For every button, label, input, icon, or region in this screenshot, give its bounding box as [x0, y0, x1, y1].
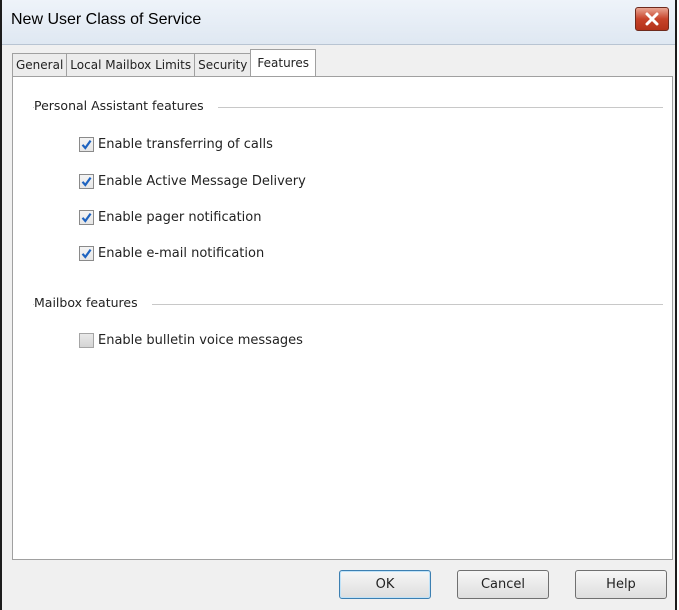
option-email-notification[interactable]: Enable e-mail notification	[79, 246, 264, 261]
checkbox[interactable]	[79, 174, 94, 189]
close-button[interactable]	[635, 7, 669, 31]
checkmark-icon	[81, 176, 92, 187]
option-transfer-calls[interactable]: Enable transferring of calls	[79, 137, 273, 152]
option-bulletin-voice-messages[interactable]: Enable bulletin voice messages	[79, 333, 303, 348]
title-bar[interactable]: New User Class of Service	[2, 0, 675, 45]
tab-features[interactable]: Features	[250, 49, 316, 76]
option-active-message-delivery[interactable]: Enable Active Message Delivery	[79, 174, 306, 189]
tab-general[interactable]: General	[12, 53, 68, 76]
window-title: New User Class of Service	[11, 11, 202, 28]
features-panel: Personal Assistant features Enable trans…	[12, 76, 673, 560]
option-label: Enable Active Message Delivery	[98, 174, 306, 189]
checkbox[interactable]	[79, 210, 94, 225]
checkbox[interactable]	[79, 333, 94, 348]
checkbox[interactable]	[79, 246, 94, 261]
checkmark-icon	[81, 248, 92, 259]
dialog-window: New User Class of Service General Local …	[0, 0, 677, 610]
checkmark-icon	[81, 139, 92, 150]
help-button[interactable]: Help	[575, 570, 667, 599]
option-label: Enable transferring of calls	[98, 137, 273, 152]
tab-strip: General Local Mailbox Limits Security Fe…	[12, 49, 316, 76]
option-label: Enable pager notification	[98, 210, 262, 225]
tab-security[interactable]: Security	[194, 53, 252, 76]
personal-assistant-heading: Personal Assistant features	[34, 98, 218, 113]
checkbox[interactable]	[79, 137, 94, 152]
close-icon	[645, 12, 659, 26]
option-label: Enable e-mail notification	[98, 246, 265, 261]
button-bar: OK Cancel Help	[2, 562, 675, 610]
tab-local-mailbox-limits[interactable]: Local Mailbox Limits	[66, 53, 196, 76]
option-label: Enable bulletin voice messages	[98, 333, 303, 348]
ok-button[interactable]: OK	[339, 570, 431, 599]
cancel-button[interactable]: Cancel	[457, 570, 549, 599]
mailbox-heading: Mailbox features	[34, 295, 152, 310]
checkmark-icon	[81, 212, 92, 223]
option-pager-notification[interactable]: Enable pager notification	[79, 210, 261, 225]
